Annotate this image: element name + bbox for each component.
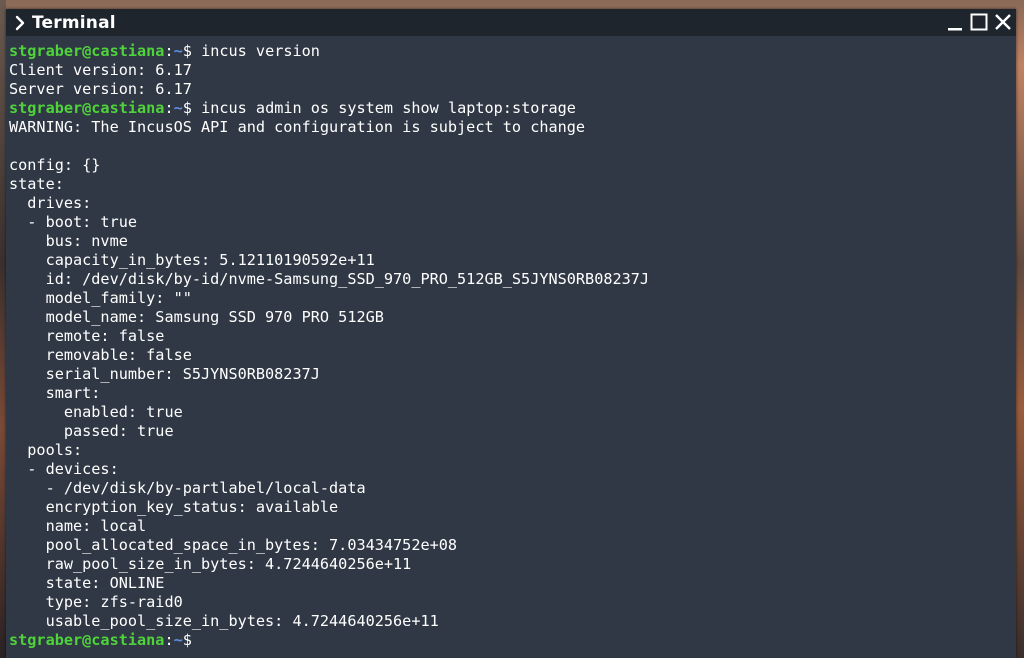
- window-titlebar[interactable]: Terminal: [6, 9, 1016, 36]
- prompt-user-host: stgraber@castiana: [9, 631, 165, 649]
- command-text: incus version: [201, 42, 320, 60]
- output-line: smart:: [9, 384, 101, 402]
- output-line: model_family: "": [9, 289, 192, 307]
- desktop-background-right: [1016, 0, 1024, 658]
- output-line: removable: false: [9, 346, 192, 364]
- window-controls: [946, 12, 1012, 32]
- output-line: - /dev/disk/by-partlabel/local-data: [9, 479, 366, 497]
- output-line: type: zfs-raid0: [9, 593, 183, 611]
- output-line: state: ONLINE: [9, 574, 165, 592]
- output-line: pools:: [9, 441, 83, 459]
- output-line: state:: [9, 175, 64, 193]
- maximize-button[interactable]: [970, 12, 988, 32]
- prompt-path: ~: [173, 99, 183, 117]
- output-line: remote: false: [9, 327, 165, 345]
- output-line: enabled: true: [9, 403, 183, 421]
- close-icon: [995, 14, 1011, 30]
- output-line: name: local: [9, 517, 147, 535]
- prompt-symbol: $: [182, 99, 202, 117]
- output-line: raw_pool_size_in_bytes: 4.7244640256e+11: [9, 555, 412, 573]
- minimize-icon: [948, 28, 962, 31]
- prompt-separator: :: [164, 631, 174, 649]
- prompt-path: ~: [173, 631, 183, 649]
- output-line: pool_allocated_space_in_bytes: 7.0343475…: [9, 536, 458, 554]
- command-text: incus admin os system show laptop:storag…: [201, 99, 576, 117]
- prompt-line: stgraber@castiana:~$ incus admin os syst…: [9, 99, 1016, 118]
- terminal-window: Terminal stgraber@castiana:~$ incus vers…: [6, 9, 1016, 658]
- output-line: Server version: 6.17: [9, 80, 192, 98]
- minimize-button[interactable]: [946, 12, 964, 32]
- output-line: serial_number: S5JYNS0RB08237J: [9, 365, 320, 383]
- prompt-path: ~: [173, 42, 183, 60]
- prompt-symbol: $: [182, 631, 202, 649]
- prompt-line[interactable]: stgraber@castiana:~$: [9, 631, 1016, 650]
- window-title: Terminal: [32, 12, 116, 33]
- terminal-cursor: [201, 631, 210, 648]
- prompt-line: stgraber@castiana:~$ incus version: [9, 42, 1016, 61]
- output-line: drives:: [9, 194, 92, 212]
- warning-line: WARNING: The IncusOS API and configurati…: [9, 118, 586, 136]
- output-line: encryption_key_status: available: [9, 498, 339, 516]
- maximize-icon: [970, 13, 988, 31]
- terminal-output[interactable]: stgraber@castiana:~$ incus version Clien…: [6, 36, 1016, 650]
- output-line: capacity_in_bytes: 5.12110190592e+11: [9, 251, 375, 269]
- output-line: model_name: Samsung SSD 970 PRO 512GB: [9, 308, 384, 326]
- output-line: config: {}: [9, 156, 101, 174]
- close-button[interactable]: [994, 12, 1012, 32]
- output-line: passed: true: [9, 422, 174, 440]
- output-line: id: /dev/disk/by-id/nvme-Samsung_SSD_970…: [9, 270, 650, 288]
- output-line: Client version: 6.17: [9, 61, 192, 79]
- prompt-user-host: stgraber@castiana: [9, 99, 165, 117]
- prompt-separator: :: [164, 99, 174, 117]
- chevron-right-icon: [14, 14, 26, 32]
- output-line: bus: nvme: [9, 232, 128, 250]
- output-line: - devices:: [9, 460, 119, 478]
- prompt-symbol: $: [182, 42, 202, 60]
- prompt-user-host: stgraber@castiana: [9, 42, 165, 60]
- output-line: usable_pool_size_in_bytes: 4.7244640256e…: [9, 612, 439, 630]
- prompt-separator: :: [164, 42, 174, 60]
- output-line: - boot: true: [9, 213, 138, 231]
